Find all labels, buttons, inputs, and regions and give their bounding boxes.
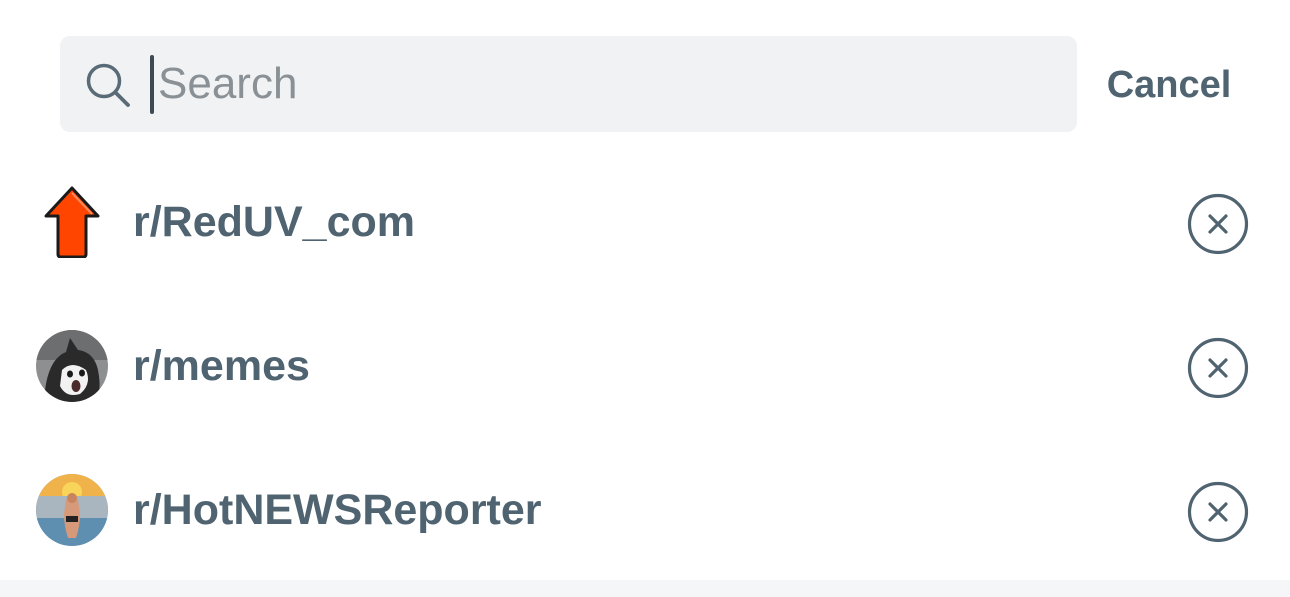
cat-avatar [36, 330, 108, 402]
list-item[interactable]: r/RedUV_com [0, 150, 1290, 294]
list-item[interactable]: r/memes [0, 294, 1290, 438]
search-input[interactable] [158, 47, 1058, 121]
community-name: r/HotNEWSReporter [133, 486, 542, 534]
community-name: r/memes [133, 342, 310, 390]
text-cursor [150, 55, 154, 114]
search-bar: Cancel [0, 0, 1290, 160]
remove-icon[interactable] [1186, 336, 1250, 400]
list-item[interactable]: r/HotNEWSReporter [0, 438, 1290, 582]
search-icon [86, 63, 130, 107]
remove-icon[interactable] [1186, 480, 1250, 544]
person-photo-avatar [36, 474, 108, 546]
community-name: r/RedUV_com [133, 198, 415, 246]
divider [0, 580, 1290, 597]
cancel-button[interactable]: Cancel [1094, 60, 1244, 110]
red-up-arrow-icon [36, 186, 108, 258]
remove-icon[interactable] [1186, 192, 1250, 256]
